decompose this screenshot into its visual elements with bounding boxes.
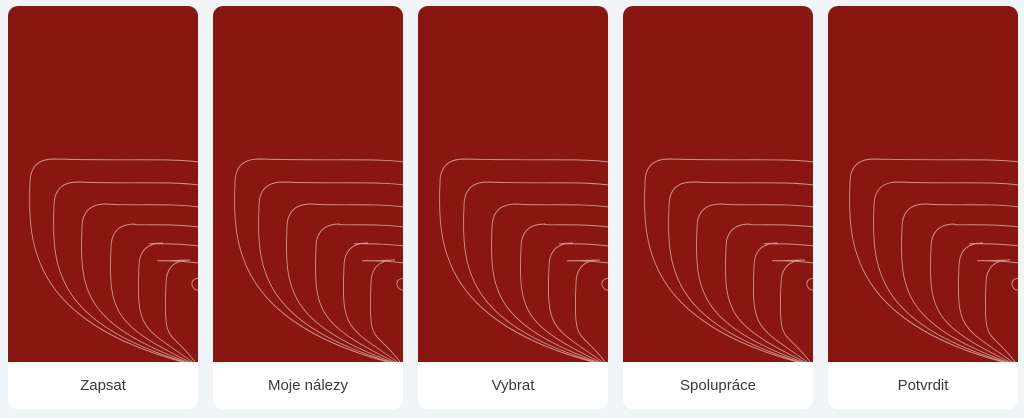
contour-line bbox=[772, 259, 813, 362]
card-zapsat[interactable]: Zapsat bbox=[8, 6, 198, 409]
contour-line bbox=[191, 277, 198, 291]
card-moje-nalezy[interactable]: Moje nálezy bbox=[213, 6, 403, 409]
contour-line bbox=[81, 203, 198, 362]
contour-lines-art bbox=[439, 158, 608, 362]
card-label: Vybrat bbox=[418, 362, 608, 409]
card-label: Moje nálezy bbox=[213, 362, 403, 409]
contour-line bbox=[668, 181, 813, 362]
contour-line bbox=[1011, 277, 1018, 291]
contour-line bbox=[491, 203, 608, 362]
contour-lines-art bbox=[644, 158, 813, 362]
card-grid: Zapsat Moje nálezy Vybrat Spolupráce Pot… bbox=[0, 0, 1024, 418]
contour-line bbox=[977, 259, 1018, 362]
contour-line bbox=[463, 181, 608, 362]
contour-line bbox=[873, 181, 1018, 362]
contour-line bbox=[601, 277, 608, 291]
contour-lines-art bbox=[849, 158, 1018, 362]
card-artwork bbox=[418, 6, 608, 362]
contour-line bbox=[53, 181, 198, 362]
card-artwork bbox=[623, 6, 813, 362]
contour-line bbox=[396, 277, 403, 291]
card-label: Zapsat bbox=[8, 362, 198, 409]
contour-line bbox=[286, 203, 403, 362]
contour-line bbox=[696, 203, 813, 362]
contour-line bbox=[901, 203, 1018, 362]
card-label: Potvrdit bbox=[828, 362, 1018, 409]
contour-line bbox=[362, 259, 403, 362]
contour-line bbox=[157, 259, 198, 362]
card-spoluprace[interactable]: Spolupráce bbox=[623, 6, 813, 409]
card-artwork bbox=[213, 6, 403, 362]
card-potvrdit[interactable]: Potvrdit bbox=[828, 6, 1018, 409]
contour-line bbox=[258, 181, 403, 362]
contour-lines-art bbox=[29, 158, 198, 362]
card-artwork bbox=[828, 6, 1018, 362]
card-label: Spolupráce bbox=[623, 362, 813, 409]
contour-lines-art bbox=[234, 158, 403, 362]
card-vybrat[interactable]: Vybrat bbox=[418, 6, 608, 409]
contour-line bbox=[567, 259, 608, 362]
contour-line bbox=[806, 277, 813, 291]
card-artwork bbox=[8, 6, 198, 362]
